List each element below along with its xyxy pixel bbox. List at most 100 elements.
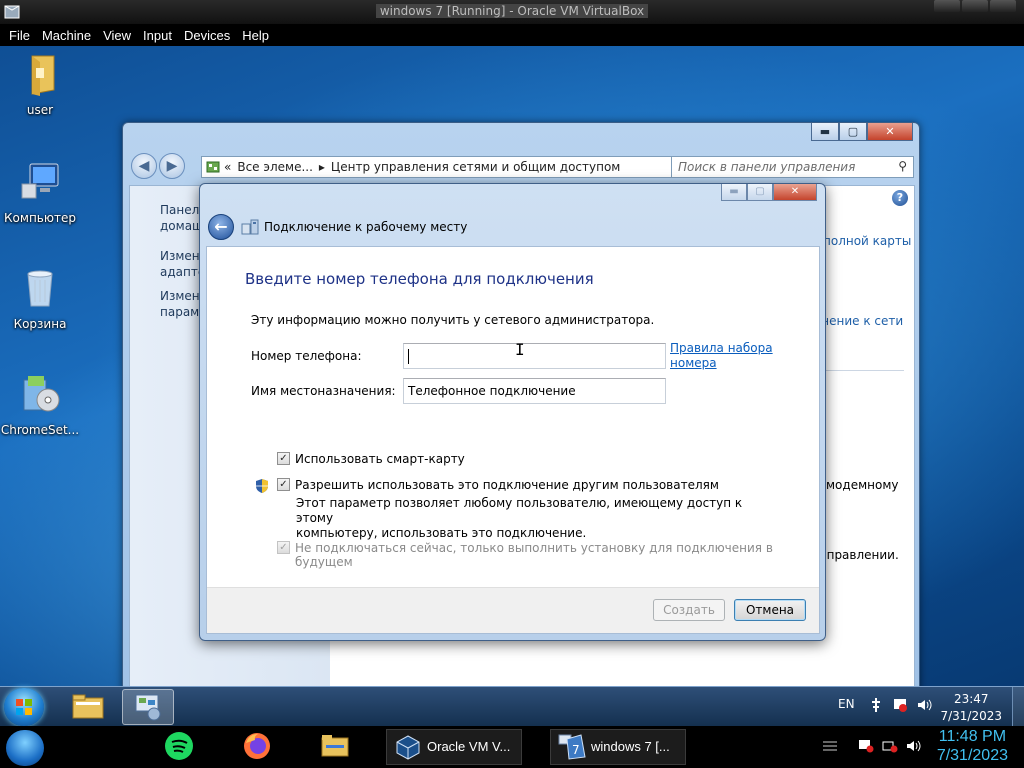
- smartcard-checkbox[interactable]: ✓: [277, 452, 290, 465]
- host-task-vm-window[interactable]: 7 windows 7 [...: [550, 729, 686, 765]
- host-task-label: windows 7 [...: [591, 739, 670, 754]
- text-caret: [408, 349, 409, 364]
- desktop-icon-label: Корзина: [13, 317, 67, 331]
- info-text: Эту информацию можно получить у сетевого…: [251, 313, 655, 327]
- firefox-icon[interactable]: [242, 731, 272, 761]
- smartcard-label[interactable]: Использовать смарт-карту: [295, 452, 465, 466]
- keyboard-icon[interactable]: [822, 739, 838, 753]
- taskbar-explorer-button[interactable]: [62, 689, 114, 725]
- create-button: Создать: [653, 599, 725, 621]
- taskbar-control-panel-button[interactable]: [122, 689, 174, 725]
- recycle-bin-icon: [27, 270, 53, 307]
- control-panel-icon: [206, 161, 220, 173]
- network-flag-icon[interactable]: [858, 739, 874, 753]
- allow-others-checkbox[interactable]: ✓: [277, 478, 290, 491]
- host-clock[interactable]: 11:48 PM 7/31/2023: [937, 727, 1008, 765]
- host-task-virtualbox-manager[interactable]: Oracle VM V...: [386, 729, 522, 765]
- maximize-button: ▢: [747, 184, 773, 201]
- search-box[interactable]: Поиск в панели управления ⚲: [671, 156, 914, 178]
- menu-file[interactable]: File: [3, 28, 36, 43]
- menu-view[interactable]: View: [97, 28, 137, 43]
- wizard-content: Введите номер телефона для подключения Э…: [206, 246, 820, 634]
- explorer-caption-buttons: ▬ ▢ ✕: [811, 123, 913, 141]
- guest-clock-date: 7/31/2023: [940, 709, 1002, 723]
- destination-name-input[interactable]: Телефонное подключение: [403, 378, 666, 404]
- network-status-icon[interactable]: [882, 739, 898, 753]
- vm-close-button[interactable]: [990, 0, 1016, 12]
- menu-help[interactable]: Help: [236, 28, 275, 43]
- host-volume-icon[interactable]: [906, 739, 922, 753]
- file-explorer-icon[interactable]: [320, 731, 350, 761]
- modem-text: модемному: [826, 478, 899, 492]
- dialing-rules-link-text: Правила набора: [670, 341, 773, 355]
- allow-others-label[interactable]: Разрешить использовать это подключение д…: [295, 478, 719, 492]
- guest-clock[interactable]: 23:47 7/31/2023: [940, 691, 1002, 725]
- host-task-label: Oracle VM V...: [427, 739, 511, 754]
- desktop-icon-label: user: [26, 103, 54, 117]
- guest-desktop: user Компьютер Корзина ChromeSet... ▬ ▢ …: [0, 46, 1024, 686]
- forward-arrow-icon[interactable]: ▶: [159, 153, 185, 179]
- start-button[interactable]: [4, 688, 44, 726]
- connect-to-network-link[interactable]: чение к сети: [822, 314, 903, 328]
- ibeam-cursor-icon: I: [515, 340, 525, 359]
- close-button[interactable]: ✕: [773, 184, 817, 201]
- dialing-rules-link[interactable]: Правила набора номера: [670, 341, 773, 371]
- folder-icon: [72, 694, 104, 719]
- computer-icon: [21, 163, 59, 199]
- vm-menubar: File Machine View Input Devices Help: [0, 24, 1024, 46]
- installer-icon: [23, 376, 60, 412]
- guest-clock-time: 23:47: [953, 692, 989, 706]
- destination-name-value: Телефонное подключение: [408, 384, 576, 398]
- menu-machine[interactable]: Machine: [36, 28, 97, 43]
- back-arrow-icon[interactable]: ◀: [131, 153, 157, 179]
- host-start-button[interactable]: [6, 730, 44, 766]
- volume-icon[interactable]: [916, 697, 932, 713]
- desktop-icon-recycle-bin[interactable]: Корзина: [0, 266, 80, 331]
- close-button[interactable]: ✕: [867, 123, 913, 141]
- phone-number-input[interactable]: [403, 343, 666, 369]
- desktop-icon-computer[interactable]: Компьютер: [0, 160, 80, 225]
- svg-text:7: 7: [572, 743, 580, 757]
- workplace-connection-wizard: ▬ ▢ ✕ ← Подключение к рабочему месту Вве…: [199, 183, 826, 641]
- wizard-heading: Введите номер телефона для подключения: [245, 270, 594, 288]
- spotify-icon[interactable]: [164, 731, 194, 761]
- wizard-caption-buttons: ▬ ▢ ✕: [721, 184, 817, 201]
- search-placeholder: Поиск в панели управления: [678, 160, 856, 174]
- action-center-flag-icon[interactable]: [892, 697, 908, 713]
- description-line: компьютеру, использовать это подключение…: [296, 526, 587, 540]
- vm-window-title: windows 7 [Running] - Oracle VM VirtualB…: [375, 4, 649, 18]
- virtualbox-icon: [396, 735, 420, 760]
- fix-text: справлении.: [820, 548, 899, 562]
- cancel-button[interactable]: Отмена: [734, 599, 806, 621]
- menu-devices[interactable]: Devices: [178, 28, 236, 43]
- help-icon[interactable]: ?: [892, 190, 908, 206]
- show-desktop-button[interactable]: [1012, 687, 1024, 727]
- desktop-icon-label: Компьютер: [4, 211, 76, 225]
- back-arrow-icon[interactable]: ←: [208, 214, 234, 240]
- allow-others-description: Этот параметр позволяет любому пользоват…: [296, 496, 766, 541]
- windows-logo-icon: [16, 699, 32, 715]
- host-clock-date: 7/31/2023: [936, 747, 1008, 764]
- minimize-button: ▬: [721, 184, 747, 201]
- wizard-title: Подключение к рабочему месту: [264, 220, 468, 234]
- breadcrumb-all-items[interactable]: Все элеме...: [237, 160, 313, 174]
- vm-titlebar: windows 7 [Running] - Oracle VM VirtualB…: [0, 0, 1024, 24]
- explorer-nav-buttons: ◀ ▶: [131, 153, 185, 179]
- language-indicator[interactable]: EN: [838, 697, 855, 711]
- breadcrumb-separator[interactable]: ▸: [319, 160, 325, 174]
- menu-input[interactable]: Input: [137, 28, 178, 43]
- see-full-map-link[interactable]: полной карты: [823, 234, 911, 248]
- usb-devices-icon[interactable]: [868, 697, 884, 713]
- maximize-button[interactable]: ▢: [839, 123, 867, 141]
- minimize-button[interactable]: ▬: [811, 123, 839, 141]
- breadcrumb-network-center[interactable]: Центр управления сетями и общим доступом: [331, 160, 620, 174]
- desktop-icon-user[interactable]: user: [0, 52, 80, 117]
- vm-minimize-button[interactable]: [934, 0, 960, 12]
- vm-maximize-button[interactable]: [962, 0, 988, 12]
- breadcrumb-overflow[interactable]: «: [224, 160, 231, 174]
- destination-label: Имя местоназначения:: [251, 384, 396, 398]
- vm-window-controls: [934, 0, 1016, 14]
- search-icon[interactable]: ⚲: [898, 159, 907, 173]
- desktop-icon-chrome-setup[interactable]: ChromeSet...: [0, 372, 80, 437]
- no-connect-now-checkbox: ✓: [277, 541, 290, 554]
